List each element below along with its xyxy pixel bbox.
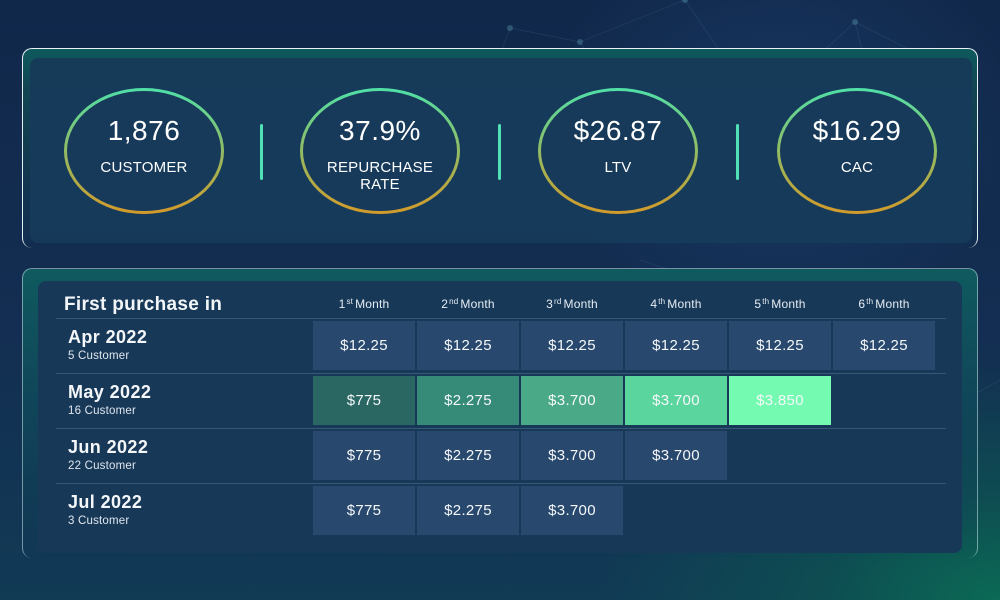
column-header-number: 2 [441,297,449,311]
cohort-cell[interactable]: $775 [313,486,415,535]
row-divider [56,318,946,319]
column-header-month-6: 6th Month [832,297,936,311]
cohort-cell[interactable]: $775 [313,431,415,480]
kpi-cac: $16.29 CAC [777,88,937,214]
kpi-label: REPURCHASE RATE [326,159,434,193]
column-header-suffix: th [866,297,874,306]
kpi-value: $16.29 [812,115,902,146]
kpi-ring: $16.29 CAC [780,91,934,211]
table-title: First purchase in [64,294,223,315]
kpi-ltv: $26.87 LTV [538,88,698,214]
column-header-suffix: st [346,297,354,306]
kpi-label: LTV [604,159,632,176]
cohort-cell[interactable]: $2.275 [417,486,519,535]
column-header-suffix: th [762,297,770,306]
column-header-number: 3 [546,297,553,311]
column-header-month-4: 4th Month [624,297,728,311]
column-header-word: Month [771,297,806,311]
kpi-value: 1,876 [107,115,181,146]
cohort-month: Jul 2022 [68,492,143,512]
cohort-cell[interactable]: $12.25 [729,321,831,370]
kpi-label: CAC [840,159,874,176]
cohort-cell[interactable]: $12.25 [521,321,623,370]
row-divider [56,428,946,429]
cohort-cell[interactable]: $3.700 [521,376,623,425]
cohort-customer-count: 22 Customer [68,460,137,472]
column-header-word: Month [667,297,702,311]
kpi-ring: 37.9% REPURCHASE RATE [303,91,457,211]
column-header-month-2: 2nd Month [416,297,520,311]
cohort-cell[interactable]: $2.275 [417,431,519,480]
column-header-word: Month [460,297,495,311]
cohort-customer-count: 16 Customer [68,405,137,417]
column-header-suffix: th [658,297,666,306]
column-header-number: 5 [754,297,762,311]
cohort-cell[interactable]: $12.25 [625,321,727,370]
column-header-suffix: rd [554,297,562,306]
kpi-separator [260,124,263,180]
column-header-word: Month [563,297,598,311]
cohort-row-label: Jul 2022 3 Customer [68,492,142,527]
row-divider [56,483,946,484]
cohort-cell[interactable]: $3.700 [625,431,727,480]
column-header-month-3: 3rd Month [520,297,624,311]
cohort-row-label: May 2022 16 Customer [68,382,151,417]
cohort-cell[interactable]: $12.25 [417,321,519,370]
cohort-row-label: Apr 2022 5 Customer [68,327,147,362]
column-header-number: 1 [338,297,346,311]
cohort-cell[interactable]: $2.275 [417,376,519,425]
cohort-cell[interactable]: $12.25 [833,321,935,370]
cohort-month: Jun 2022 [68,437,149,457]
cohort-customer-count: 5 Customer [68,350,130,362]
kpi-separator [498,124,501,180]
cohort-cell[interactable]: $775 [313,376,415,425]
cohort-row-label: Jun 2022 22 Customer [68,437,148,472]
column-header-number: 6 [858,297,866,311]
cohort-month: Apr 2022 [68,327,148,347]
kpi-ring: $26.87 LTV [541,91,695,211]
column-header-month-1: 1st Month [312,297,416,311]
column-header-month-5: 5th Month [728,297,832,311]
cohort-cell[interactable]: $3.700 [521,486,623,535]
cohort-cell[interactable]: $3.700 [521,431,623,480]
kpi-value: $26.87 [573,115,663,146]
column-header-word: Month [355,297,390,311]
cohort-cell[interactable]: $3.700 [625,376,727,425]
kpi-repurchase-rate: 37.9% REPURCHASE RATE [300,88,460,214]
column-header-number: 4 [650,297,658,311]
cohort-cell[interactable]: $3.850 [729,376,831,425]
kpi-separator [736,124,739,180]
kpi-label: CUSTOMER [100,159,188,176]
cohort-cell[interactable]: $12.25 [313,321,415,370]
kpi-customer: 1,876 CUSTOMER [64,88,224,214]
kpi-ring: 1,876 CUSTOMER [67,91,221,211]
row-divider [56,373,946,374]
cohort-month: May 2022 [68,382,152,402]
kpi-value: 37.9% [339,115,421,146]
column-header-word: Month [875,297,910,311]
cohort-customer-count: 3 Customer [68,515,130,527]
column-header-suffix: nd [449,297,459,306]
